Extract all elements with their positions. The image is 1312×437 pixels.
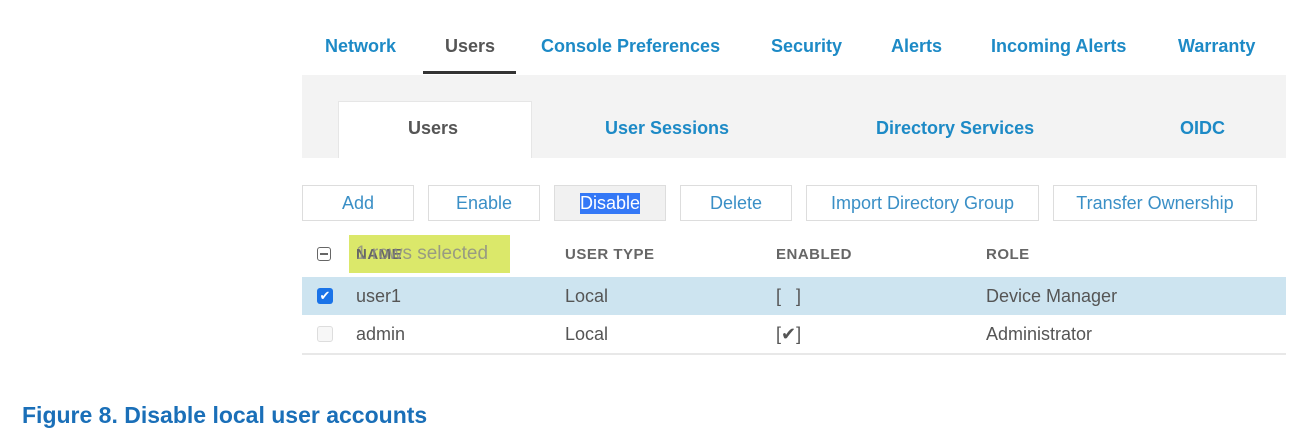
cell-name: admin <box>356 324 406 344</box>
header-user-type[interactable]: USER TYPE <box>565 246 655 263</box>
import-label: Import Directory Group <box>830 192 1015 213</box>
row-checkbox-checked[interactable]: ✔ <box>317 288 333 304</box>
subtab-user-sessions[interactable]: User Sessions <box>605 118 729 139</box>
enable-label: Enable <box>455 192 513 213</box>
disable-label: Disable <box>579 192 641 214</box>
add-label: Add <box>341 192 375 213</box>
cell-enabled: [ ] <box>776 286 802 306</box>
enable-button[interactable]: Enable <box>428 185 540 221</box>
select-all-checkbox[interactable] <box>317 247 331 261</box>
header-enabled[interactable]: ENABLED <box>776 246 852 263</box>
disable-button[interactable]: Disable <box>554 185 666 221</box>
subtab-oidc[interactable]: OIDC <box>1180 118 1225 139</box>
delete-button[interactable]: Delete <box>680 185 792 221</box>
subtab-directory-services[interactable]: Directory Services <box>876 118 1034 139</box>
tab-incoming-alerts[interactable]: Incoming Alerts <box>991 36 1126 57</box>
tab-users[interactable]: Users <box>445 36 495 57</box>
rows-selected-text: 1 rows selected <box>356 243 489 264</box>
tab-warranty[interactable]: Warranty <box>1178 36 1255 57</box>
tab-network[interactable]: Network <box>325 36 396 57</box>
active-tab-indicator <box>423 71 516 74</box>
figure-caption: Figure 8. Disable local user accounts <box>22 402 428 428</box>
cell-type: Local <box>565 324 609 344</box>
row-checkbox[interactable] <box>317 326 333 342</box>
cell-enabled: [✔] <box>776 324 802 344</box>
table-row[interactable]: ✔ user1 Local [ ] Device Manager <box>302 277 1286 315</box>
tab-console-preferences[interactable]: Console Preferences <box>541 36 720 57</box>
delete-label: Delete <box>709 192 763 213</box>
transfer-label: Transfer Ownership <box>1076 192 1234 213</box>
cell-name: user1 <box>356 286 402 306</box>
table-row[interactable]: admin Local [✔] Administrator <box>302 315 1286 355</box>
tab-security[interactable]: Security <box>771 36 842 57</box>
subtab-users[interactable]: Users <box>408 118 458 139</box>
cell-role: Administrator <box>986 324 1093 344</box>
transfer-ownership-button[interactable]: Transfer Ownership <box>1053 185 1257 221</box>
import-directory-group-button[interactable]: Import Directory Group <box>806 185 1039 221</box>
tab-alerts[interactable]: Alerts <box>891 36 942 57</box>
cell-role: Device Manager <box>986 286 1118 306</box>
add-button[interactable]: Add <box>302 185 414 221</box>
header-role[interactable]: ROLE <box>986 246 1030 263</box>
cell-type: Local <box>565 286 609 306</box>
